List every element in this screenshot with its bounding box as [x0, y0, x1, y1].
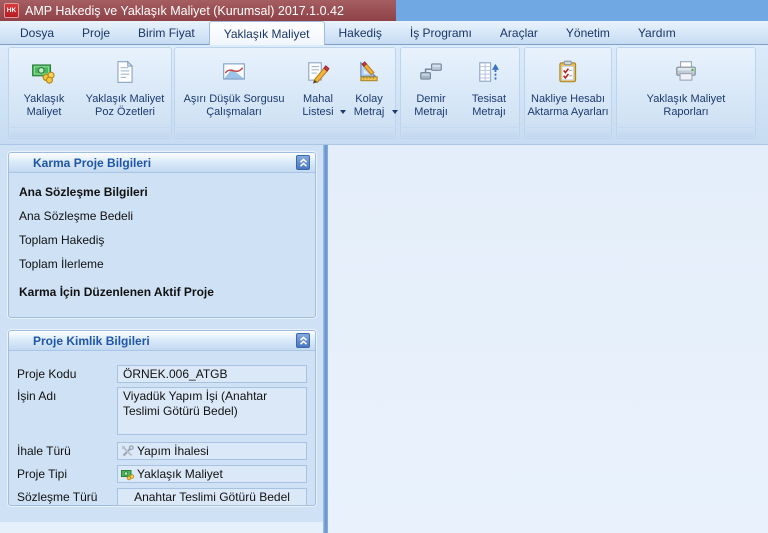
isin-adi-row: İşin Adı Viyadük Yapım İşi (Anahtar Tesl… — [17, 387, 307, 435]
asiri-dusuk-sorgusu-button[interactable]: Aşırı Düşük Sorgusu Çalışmaları — [175, 50, 293, 128]
ribbon-button-label: Aşırı Düşük Sorgusu Çalışmaları — [175, 93, 293, 119]
title-bar: HK AMP Hakediş ve Yaklaşık Maliyet (Kuru… — [0, 0, 768, 21]
kimlik-panel-body: Proje Kodu İşin Adı Viyadük Yapım İşi (A… — [9, 351, 315, 506]
menu-is-programi[interactable]: İş Programı — [396, 21, 486, 44]
ribbon-button-label: Mahal Listesi — [293, 93, 343, 119]
chevron-down-icon — [392, 110, 398, 114]
clipboard-check-icon — [555, 54, 581, 90]
panel-header: Karma Proje Bilgileri — [9, 153, 315, 173]
ihale-turu-value: Yapım İhalesi — [137, 444, 209, 458]
proje-tipi-label: Proje Tipi — [17, 465, 117, 481]
karma-panel-body: Ana Sözleşme Bilgileri Ana Sözleşme Bede… — [9, 173, 315, 299]
double-chevron-up-icon — [299, 336, 308, 346]
nakliye-hesabi-aktarma-ayarlari-button[interactable]: Nakliye Hesabı Aktarma Ayarları — [525, 50, 611, 128]
menu-yardim[interactable]: Yardım — [624, 21, 690, 44]
printer-icon — [673, 54, 699, 90]
left-panel-region: Karma Proje Bilgileri Ana Sözleşme Bilgi… — [0, 145, 323, 533]
ribbon-group-metraj: Aşırı Düşük Sorgusu Çalışmaları Mahal Li… — [174, 47, 396, 139]
document-icon — [112, 54, 138, 90]
yaklasik-maliyet-button[interactable]: Yaklaşık Maliyet — [9, 50, 79, 128]
note-pencil-icon — [305, 54, 331, 90]
ribbon-button-label: Yaklaşık Maliyet Poz Özetleri — [79, 93, 171, 119]
money-icon — [31, 54, 57, 90]
menu-dosya[interactable]: Dosya — [6, 21, 68, 44]
ribbon-group-yaklasik-maliyet: Yaklaşık Maliyet Yaklaşık Maliyet Poz Öz… — [8, 47, 172, 139]
ribbon-button-label: Nakliye Hesabı Aktarma Ayarları — [525, 93, 611, 119]
panel-header: Proje Kimlik Bilgileri — [9, 331, 315, 351]
collapse-panel-button[interactable] — [296, 155, 310, 170]
content-area: Karma Proje Bilgileri Ana Sözleşme Bilgi… — [0, 145, 768, 533]
menu-proje[interactable]: Proje — [68, 21, 124, 44]
ribbon-button-label: Tesisat Metrajı — [460, 93, 518, 119]
proje-tipi-row: Proje Tipi Yaklaşık Maliyet — [17, 465, 307, 483]
proje-kodu-label: Proje Kodu — [17, 365, 117, 381]
ribbon-toolbar: Yaklaşık Maliyet Yaklaşık Maliyet Poz Öz… — [0, 45, 768, 145]
karma-item-ana-sozlesme-bilgileri: Ana Sözleşme Bilgileri — [19, 185, 307, 199]
ihale-turu-label: İhale Türü — [17, 442, 117, 458]
double-chevron-up-icon — [299, 158, 308, 168]
chart-picture-icon — [221, 54, 247, 90]
proje-tipi-value: Yaklaşık Maliyet — [137, 467, 223, 481]
panel-title: Karma Proje Bilgileri — [33, 156, 151, 170]
isin-adi-label: İşin Adı — [17, 387, 117, 403]
ihale-turu-row: İhale Türü Yapım İhalesi — [17, 442, 307, 460]
mahal-listesi-button[interactable]: Mahal Listesi — [293, 50, 343, 128]
demir-metraji-button[interactable]: Demir Metrajı — [402, 50, 460, 128]
sozlesme-turu-label: Sözleşme Türü — [17, 488, 117, 504]
karma-proje-bilgileri-panel: Karma Proje Bilgileri Ana Sözleşme Bilgi… — [8, 152, 316, 318]
menu-yaklasik-maliyet[interactable]: Yaklaşık Maliyet — [209, 21, 325, 45]
yaklasik-maliyet-raporlari-button[interactable]: Yaklaşık Maliyet Raporları — [626, 50, 746, 128]
ribbon-button-label: Demir Metrajı — [402, 93, 460, 119]
proje-kodu-row: Proje Kodu — [17, 365, 307, 383]
collapse-panel-button[interactable] — [296, 333, 310, 348]
menu-hakedis[interactable]: Hakediş — [325, 21, 396, 44]
window-title: AMP Hakediş ve Yaklaşık Maliyet (Kurumsa… — [25, 4, 344, 18]
proje-kodu-input[interactable] — [117, 365, 307, 383]
menu-yonetim[interactable]: Yönetim — [552, 21, 624, 44]
set-square-icon — [356, 54, 382, 90]
proje-tipi-field[interactable]: Yaklaşık Maliyet — [117, 465, 307, 483]
sozlesme-turu-value: Anahtar Teslimi Götürü Bedel — [134, 490, 290, 504]
ribbon-button-label: Kolay Metraj — [343, 93, 395, 119]
menu-araclar[interactable]: Araçlar — [486, 21, 552, 44]
left-region-footer — [0, 522, 323, 533]
main-empty-area — [328, 145, 768, 533]
karma-item-toplam-ilerleme: Toplam İlerleme — [19, 257, 307, 271]
title-bar-app-area: HK AMP Hakediş ve Yaklaşık Maliyet (Kuru… — [0, 0, 396, 21]
isin-adi-textarea[interactable]: Viyadük Yapım İşi (Anahtar Teslimi Götür… — [117, 387, 307, 435]
ribbon-group-nakliye: Nakliye Hesabı Aktarma Ayarları — [524, 47, 612, 139]
sozlesme-turu-field[interactable]: Anahtar Teslimi Götürü Bedel — [117, 488, 307, 506]
ribbon-group-raporlar: Yaklaşık Maliyet Raporları — [616, 47, 756, 139]
karma-item-ana-sozlesme-bedeli: Ana Sözleşme Bedeli — [19, 209, 307, 223]
ihale-turu-field[interactable]: Yapım İhalesi — [117, 442, 307, 460]
grid-arrow-icon — [476, 54, 502, 90]
panel-title: Proje Kimlik Bilgileri — [33, 334, 150, 348]
ribbon-button-label: Yaklaşık Maliyet — [9, 93, 79, 119]
karma-item-aktif-proje: Karma İçin Düzenlenen Aktif Proje — [19, 285, 307, 299]
tesisat-metraji-button[interactable]: Tesisat Metrajı — [460, 50, 518, 128]
app-icon: HK — [4, 3, 19, 18]
rebar-shapes-icon — [418, 54, 444, 90]
sozlesme-turu-row: Sözleşme Türü Anahtar Teslimi Götürü Bed… — [17, 488, 307, 506]
yaklasik-maliyet-poz-ozetleri-button[interactable]: Yaklaşık Maliyet Poz Özetleri — [79, 50, 171, 128]
money-small-icon — [121, 468, 134, 481]
proje-kimlik-bilgileri-panel: Proje Kimlik Bilgileri Proje Kodu İşin A… — [8, 330, 316, 506]
ribbon-group-demir-tesisat: Demir Metrajı Tesisat Metrajı — [400, 47, 520, 139]
menu-birim-fiyat[interactable]: Birim Fiyat — [124, 21, 209, 44]
tools-icon — [121, 445, 134, 458]
karma-item-toplam-hakedis: Toplam Hakediş — [19, 233, 307, 247]
ribbon-button-label: Yaklaşık Maliyet Raporları — [626, 93, 746, 119]
menu-bar: Dosya Proje Birim Fiyat Yaklaşık Maliyet… — [0, 21, 768, 45]
kolay-metraj-button[interactable]: Kolay Metraj — [343, 50, 395, 128]
